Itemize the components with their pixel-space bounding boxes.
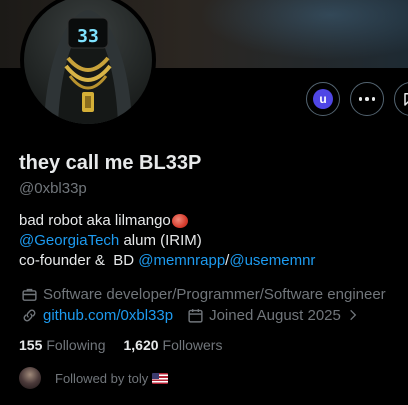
follow-stats: 155 Following 1,620 Followers [19,337,222,353]
calendar-icon [185,305,205,325]
following-count: 155 [19,337,43,353]
georgiatech-link[interactable]: @GeorgiaTech [19,231,119,251]
followed-by-row[interactable]: Followed by toly [19,367,169,389]
bio-line-1: bad robot aka lilmango [19,211,315,231]
following-label: Following [46,337,106,353]
avatar-screen-text: 33 [77,26,99,47]
memnrapp-link[interactable]: @memnrapp [138,251,225,271]
followers-label: Followers [162,337,223,353]
more-icon [358,97,376,101]
followed-by-name: toly [127,370,149,386]
bio-text-3: co-founder & BD [19,252,139,269]
avatar-image: 33 [24,0,152,124]
bio-line-3: co-founder & BD @memnrapp / @usememnr [19,251,315,271]
followers-link[interactable]: 1,620 Followers [124,337,223,353]
user-badge-icon: u [313,89,333,109]
message-button[interactable] [394,82,408,116]
display-name: they call me BL33P [19,152,202,174]
website-link[interactable]: github.com/0xbl33p [43,307,173,324]
category-text: Software developer/Programmer/Software e… [43,285,386,303]
bio-text-2: alum (IRIM) [119,232,202,249]
chevron-right-icon[interactable] [343,305,363,325]
mango-emoji-icon [171,214,188,228]
link-icon [19,305,39,325]
bio-text-1: bad robot aka lilmango [19,212,171,229]
profile-avatar[interactable]: 33 [20,0,156,128]
briefcase-icon [19,284,39,304]
profile-bio: bad robot aka lilmango @GeorgiaTech alum… [19,211,315,271]
usememnr-link[interactable]: @usememnr [229,251,315,271]
message-icon [404,93,408,106]
robot-avatar-illustration: 33 [44,10,132,124]
profile-category: Software developer/Programmer/Software e… [19,284,386,304]
banner-glow [200,0,408,60]
profile-meta-row: github.com/0xbl33p Joined August 2025 [19,305,367,325]
followers-count: 1,620 [123,337,159,353]
following-link[interactable]: 155 Following [19,337,106,353]
us-flag-icon [152,372,169,384]
followed-by-prefix: Followed by [55,370,128,386]
follower-avatar [19,367,41,389]
more-options-button[interactable] [350,82,384,116]
user-handle: @0xbl33p [19,180,87,197]
user-action-button[interactable]: u [306,82,340,116]
bio-line-2: @GeorgiaTech alum (IRIM) [19,231,315,251]
joined-date: Joined August 2025 [209,306,341,324]
